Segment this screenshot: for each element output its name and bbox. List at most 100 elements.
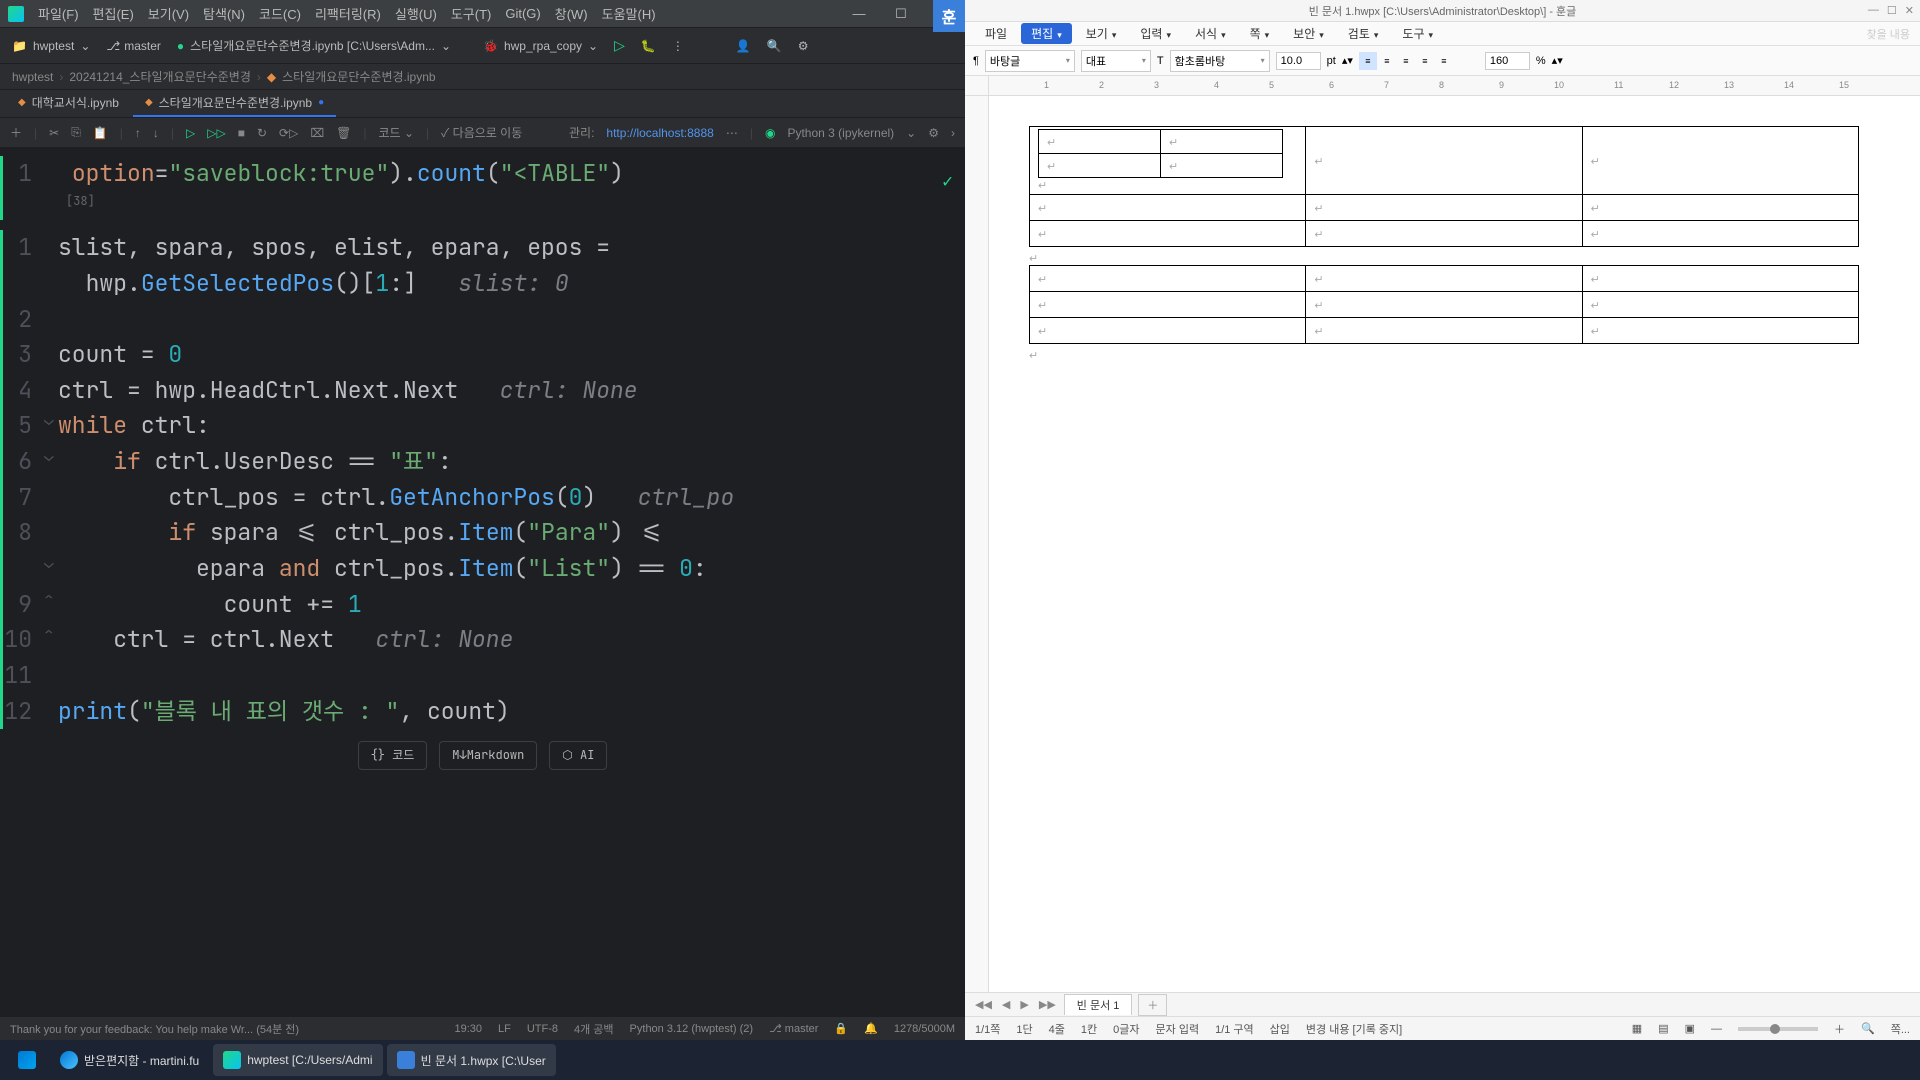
menu-code[interactable]: 코드(C) [259, 4, 301, 23]
hwp-menu-security[interactable]: 보안 [1283, 23, 1334, 44]
hwp-close-icon[interactable]: ✕ [1905, 4, 1914, 17]
font-size-input[interactable]: 10.0 [1276, 52, 1321, 70]
kernel-settings-icon[interactable]: ⚙ [928, 126, 939, 140]
copy-icon[interactable]: ⎘ [71, 125, 81, 140]
hwp-vertical-ruler[interactable] [965, 96, 989, 992]
add-code-cell-button[interactable]: {} 코드 [358, 741, 428, 770]
status-lineending[interactable]: LF [498, 1023, 511, 1035]
user-icon[interactable]: 👤 [736, 39, 751, 53]
align-right-icon[interactable]: ≡ [1397, 52, 1415, 70]
git-branch-selector[interactable]: master [106, 39, 161, 53]
cell-type-selector[interactable]: 코드 ⌄ [379, 124, 414, 141]
hwp-menu-tools[interactable]: 도구 [1392, 23, 1443, 44]
project-selector[interactable]: 📁 hwptest [12, 39, 90, 53]
status-memory[interactable]: 1278/5000M [894, 1023, 955, 1035]
breadcrumb-item[interactable]: 스타일개요문단수준변경.ipynb [282, 68, 435, 85]
zoom-fit-icon[interactable]: 🔍 [1861, 1022, 1875, 1035]
tab-last-icon[interactable]: ▶▶ [1037, 998, 1058, 1011]
paste-icon[interactable]: 📋 [93, 126, 108, 140]
tab-next-icon[interactable]: ▶ [1018, 998, 1030, 1011]
delete-icon[interactable]: 🗑 [336, 126, 351, 140]
debug-button[interactable]: 🐛 [641, 39, 656, 53]
move-down-icon[interactable]: ↓ [153, 126, 159, 140]
align-justify-icon[interactable]: ≡ [1416, 52, 1434, 70]
align-dist-icon[interactable]: ≡ [1435, 52, 1453, 70]
menu-refactor[interactable]: 리팩터링(R) [315, 4, 381, 23]
window-minimize-icon[interactable]: — [845, 6, 873, 21]
cut-icon[interactable]: ✂ [49, 126, 59, 140]
goto-next[interactable]: ✓ 다음으로 이동 [441, 124, 522, 141]
font-select[interactable]: 함초롬바탕 [1170, 50, 1270, 72]
hwp-menu-review[interactable]: 검토 [1338, 23, 1389, 44]
document-table-1[interactable]: ↵↵ ↵↵ ↵ ↵ ↵ ↵↵↵ ↵↵↵ [1029, 126, 1859, 247]
tab-file-2[interactable]: ◆ 스타일개요문단수준변경.ipynb ● [133, 90, 336, 117]
size-stepper-icon[interactable]: ▴▾ [1342, 54, 1353, 67]
menu-tools[interactable]: 도구(T) [451, 4, 492, 23]
restart-run-icon[interactable]: ⟳▷ [279, 126, 298, 140]
add-cell-icon[interactable]: ＋ [10, 124, 22, 141]
zoom-in-icon[interactable]: ＋ [1834, 1021, 1845, 1037]
hwp-menu-file[interactable]: 파일 [975, 23, 1017, 44]
hwp-maximize-icon[interactable]: ☐ [1887, 4, 1897, 17]
nested-table[interactable]: ↵↵ ↵↵ [1038, 129, 1283, 178]
window-maximize-icon[interactable]: ☐ [887, 6, 915, 22]
style-select[interactable]: 바탕글 [985, 50, 1075, 72]
run-config-selector[interactable]: ● 스타일개요문단수준변경.ipynb [C:\Users\Adm... ⌄ [177, 37, 451, 54]
tab-prev-icon[interactable]: ◀ [1000, 998, 1012, 1011]
clear-output-icon[interactable]: ⌧ [310, 126, 324, 140]
zoom-input[interactable]: 160 [1485, 52, 1530, 70]
status-notifications-icon[interactable]: 🔔 [864, 1022, 878, 1035]
breadcrumb-item[interactable]: hwptest [12, 70, 53, 84]
code-editor[interactable]: ✓ 1 option="saveblock:true").count("<TAB… [0, 148, 965, 1016]
view-mode-icon[interactable]: ▤ [1658, 1022, 1668, 1035]
menu-edit[interactable]: 편집(E) [93, 4, 134, 23]
hwp-menu-format[interactable]: 서식 [1185, 23, 1236, 44]
taskbar-hwp[interactable]: 빈 문서 1.hwpx [C:\User [387, 1044, 556, 1076]
menu-run[interactable]: 실행(U) [395, 4, 437, 23]
tab-first-icon[interactable]: ◀◀ [973, 998, 994, 1011]
document-tab[interactable]: 빈 문서 1 [1064, 994, 1133, 1015]
status-interpreter[interactable]: Python 3.12 (hwptest) (2) [630, 1023, 754, 1035]
restart-icon[interactable]: ↻ [257, 126, 267, 140]
view-mode-icon[interactable]: ▦ [1632, 1022, 1642, 1035]
hwp-menu-edit[interactable]: 편집 [1021, 23, 1072, 44]
hwp-minimize-icon[interactable]: — [1868, 4, 1879, 17]
align-center-icon[interactable]: ≡ [1378, 52, 1396, 70]
taskbar-edge[interactable]: 받은편지함 - martini.fu [50, 1044, 209, 1076]
tab-file-1[interactable]: ◆ 대학교서식.ipynb [6, 90, 131, 117]
menu-navigate[interactable]: 탐색(N) [203, 4, 245, 23]
kernel-selector[interactable]: Python 3 (ipykernel) [787, 126, 894, 140]
menu-window[interactable]: 창(W) [555, 4, 588, 23]
align-left-icon[interactable]: ≡ [1359, 52, 1377, 70]
hwp-menu-view[interactable]: 보기 [1076, 23, 1127, 44]
status-change-track[interactable]: 변경 내용 [기록 중지] [1306, 1021, 1402, 1037]
run-button[interactable]: ▷ [614, 37, 625, 54]
jupyter-url[interactable]: http://localhost:8888 [606, 126, 713, 140]
status-encoding[interactable]: UTF-8 [527, 1023, 558, 1035]
stop-icon[interactable]: ■ [238, 126, 245, 140]
view-mode-icon[interactable]: ▣ [1685, 1022, 1695, 1035]
settings-icon[interactable]: ⚙ [798, 39, 809, 53]
zoom-out-icon[interactable]: — [1711, 1023, 1722, 1035]
menu-view[interactable]: 보기(V) [148, 4, 189, 23]
status-zoom-label[interactable]: 쪽... [1891, 1021, 1910, 1037]
status-git-branch[interactable]: ⎇ master [769, 1022, 818, 1035]
menu-git[interactable]: Git(G) [505, 6, 540, 21]
start-button[interactable] [8, 1044, 46, 1076]
document-table-2[interactable]: ↵↵↵ ↵↵↵ ↵↵↵ [1029, 265, 1859, 344]
add-markdown-cell-button[interactable]: M↓Markdown [439, 741, 537, 770]
run-config-secondary[interactable]: 🐞 hwp_rpa_copy ⌄ [483, 39, 598, 53]
lang-select[interactable]: 대표 [1081, 50, 1151, 72]
hwp-ruler[interactable]: 1 2 3 4 5 6 7 8 9 10 11 12 13 14 15 [965, 76, 1920, 96]
move-up-icon[interactable]: ↑ [135, 126, 141, 140]
run-all-icon[interactable]: ▷▷ [207, 126, 225, 140]
more-actions-icon[interactable]: ⋮ [672, 39, 684, 53]
menu-help[interactable]: 도움말(H) [602, 4, 656, 23]
hwp-menu-page[interactable]: 쪽 [1240, 23, 1280, 44]
menu-file[interactable]: 파일(F) [38, 4, 79, 23]
breadcrumb-item[interactable]: 20241214_스타일개요문단수준변경 [69, 68, 251, 85]
add-document-tab[interactable]: ＋ [1138, 994, 1167, 1016]
run-cell-icon[interactable]: ▷ [186, 126, 195, 140]
add-ai-cell-button[interactable]: ⬡ AI [549, 741, 607, 770]
hwp-search-input[interactable]: 찾을 내용 [1866, 26, 1910, 42]
